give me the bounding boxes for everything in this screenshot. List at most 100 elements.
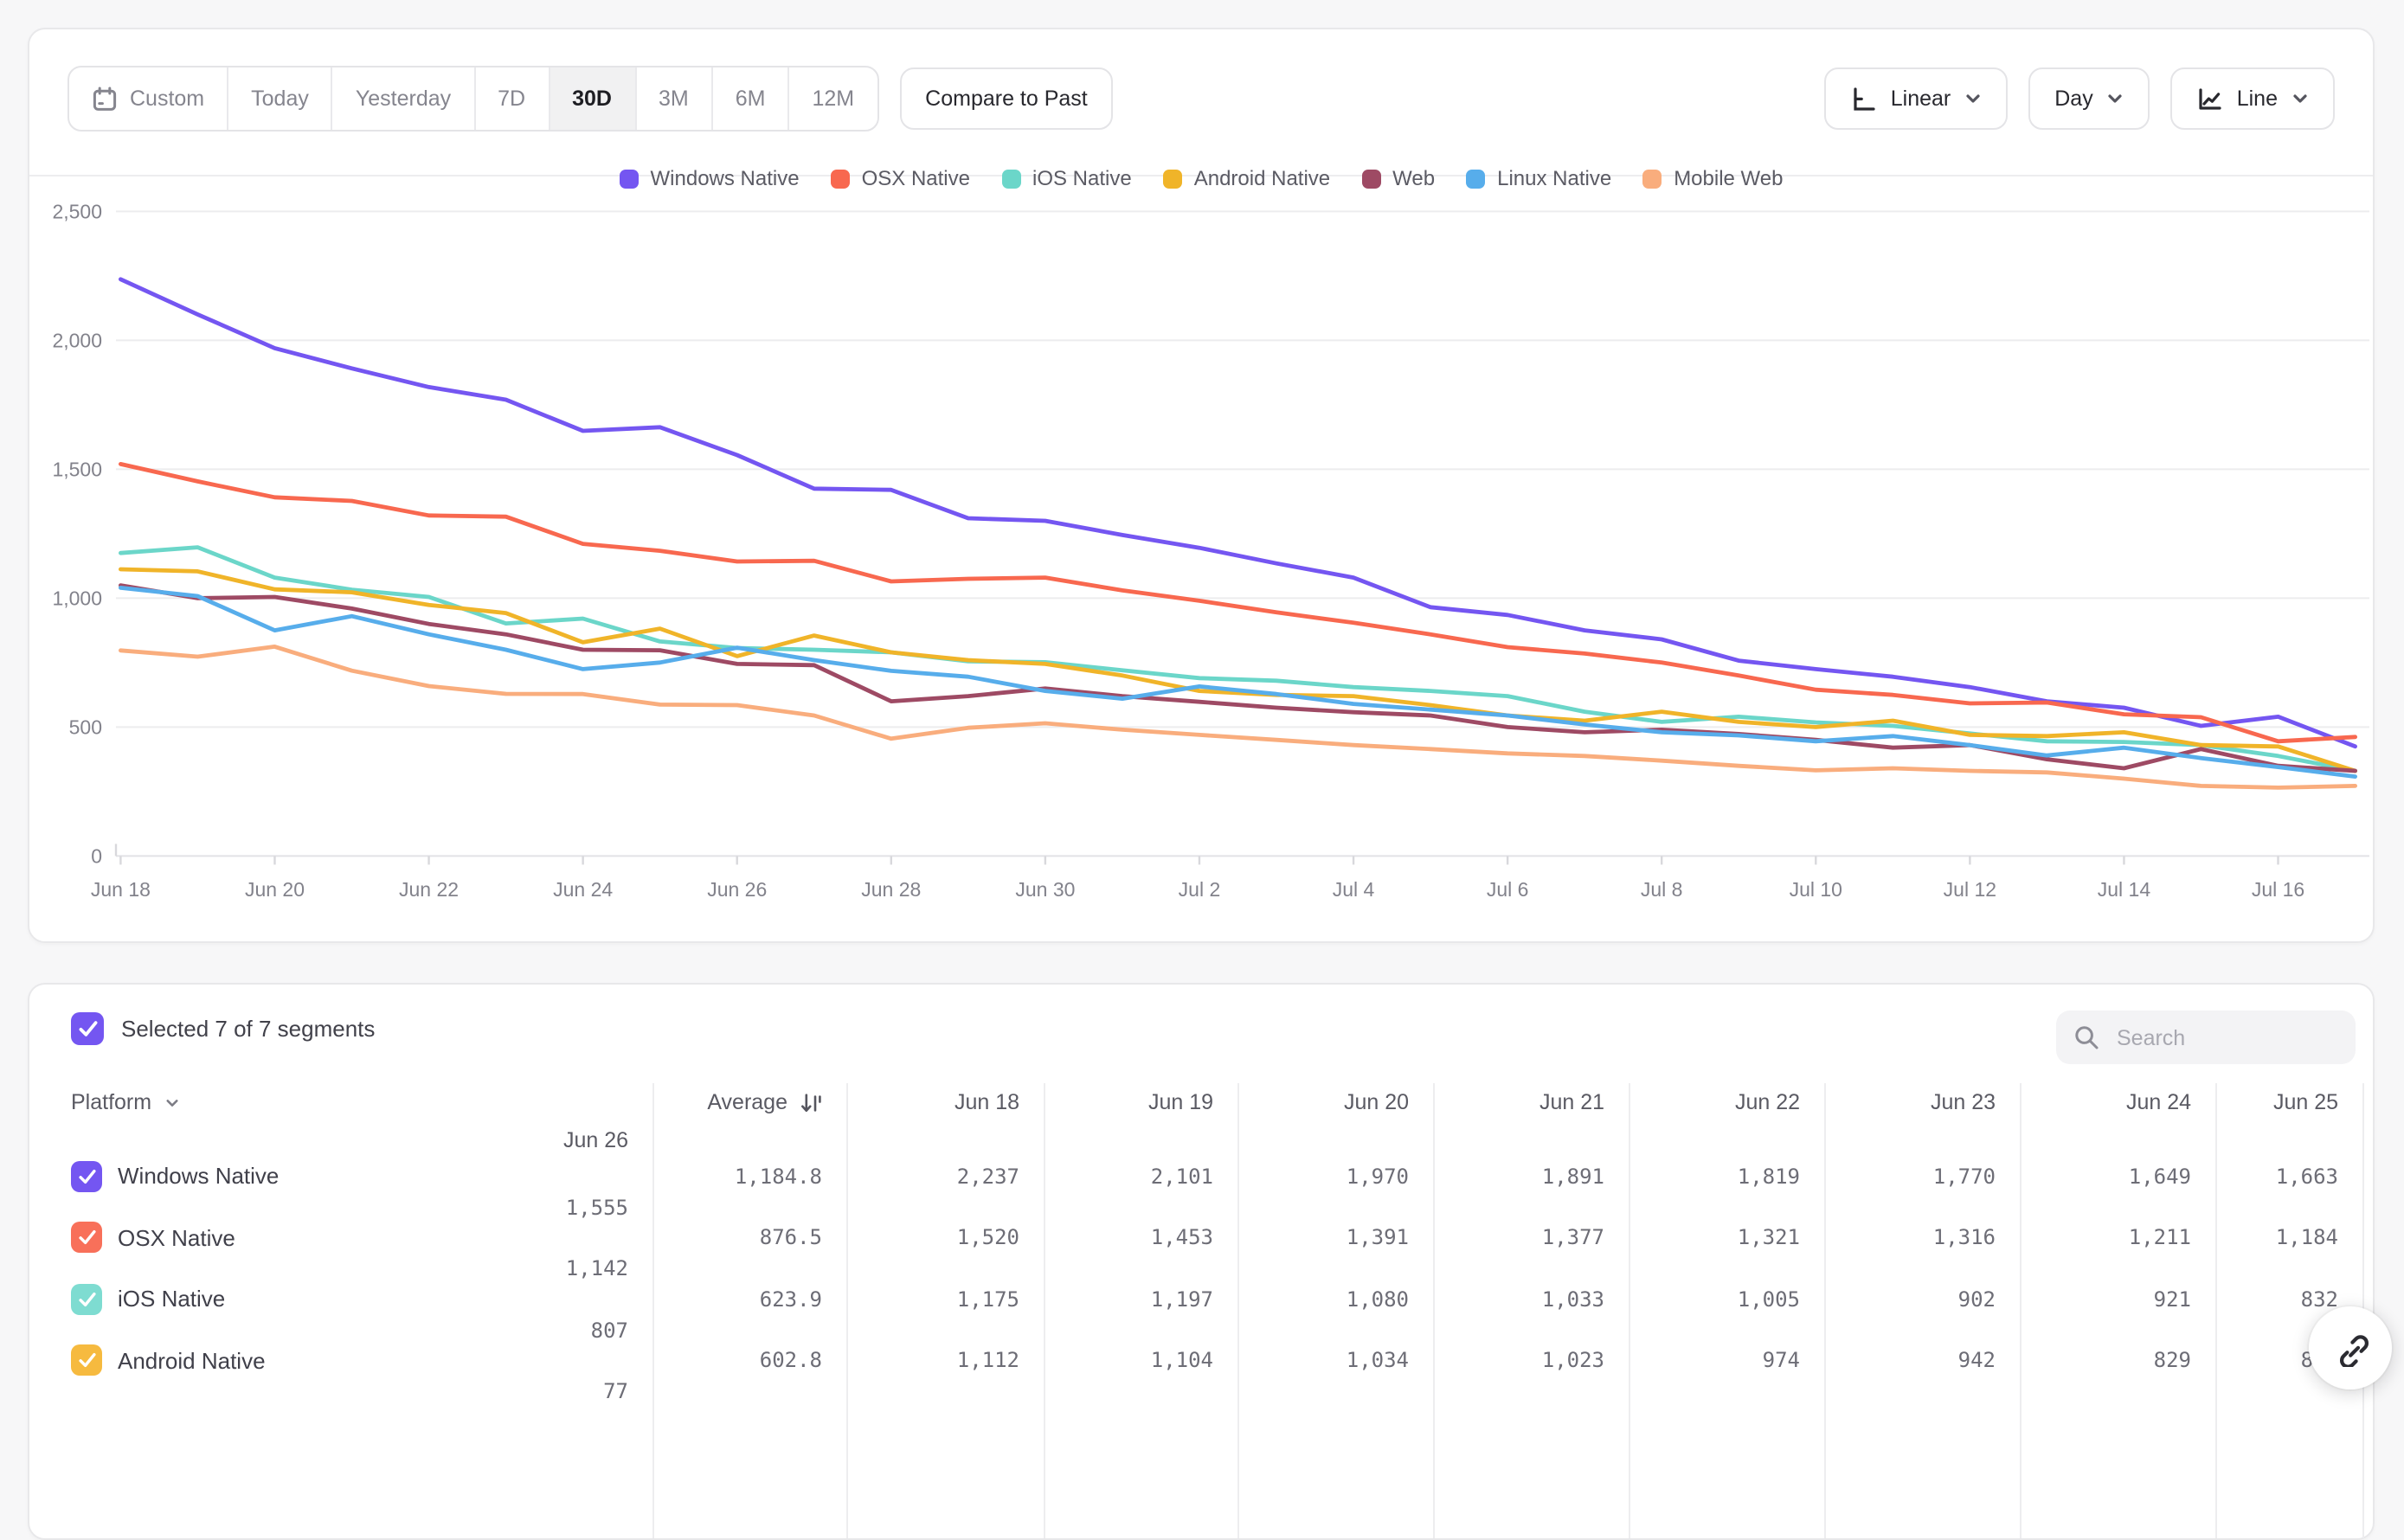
y-tick-label: 1,000 [52,587,102,609]
x-tick-label: Jun 30 [1015,878,1075,901]
chart-type-dropdown[interactable]: Line [2171,67,2335,130]
platform-name: iOS Native [118,1287,225,1312]
row-checkbox-osx-native[interactable] [71,1222,102,1254]
line-chart: 05001,0001,5002,0002,500Jun 18Jun 20Jun … [29,175,2373,936]
value-cell: 1,211 [2020,1226,2215,1250]
average-header[interactable]: Average [652,1090,846,1114]
range-7d[interactable]: 7D [473,67,548,130]
series-line-osx-native [120,464,2355,741]
check-icon [77,1229,96,1247]
sort-descending-icon [800,1091,822,1113]
row-checkbox-android-native[interactable] [71,1345,102,1376]
calendar-icon [92,86,118,112]
average-cell: 623.9 [652,1287,846,1312]
y-tick-label: 0 [91,844,102,867]
date-header-jun-20: Jun 20 [1237,1090,1433,1114]
range-label: 3M [659,87,689,111]
value-cell: 1,316 [1824,1226,2020,1250]
platform-header-label: Platform [71,1090,151,1114]
granularity-dropdown-label: Day [2054,87,2092,111]
value-cell: 1,197 [1044,1287,1237,1312]
date-header-jun-24: Jun 24 [2020,1090,2215,1114]
value-cell: 1,377 [1433,1226,1629,1250]
platform-cell: OSX Native [29,1222,652,1254]
x-tick-label: Jul 14 [2098,878,2151,901]
date-range-segmented-control: Custom Today Yesterday 7D 30D 3M 6M 12M [67,66,878,132]
date-header-jun-25: Jun 25 [2215,1090,2362,1114]
range-yesterday[interactable]: Yesterday [331,67,473,130]
date-header-jun-18: Jun 18 [846,1090,1044,1114]
range-label: Today [251,87,309,111]
date-header-jun-21: Jun 21 [1433,1090,1629,1114]
value-cell: 1,770 [1824,1165,2020,1189]
platform-name: Windows Native [118,1164,279,1190]
average-cell: 1,184.8 [652,1165,846,1189]
range-today[interactable]: Today [227,67,331,130]
y-tick-label: 2,000 [52,329,102,351]
range-label: Custom [130,87,204,111]
series-line-windows-native [120,279,2355,747]
chart-type-dropdown-label: Line [2237,87,2278,111]
value-cell: 1,663 [2215,1165,2362,1189]
chevron-down-icon [2107,92,2124,106]
range-label: Yesterday [356,87,451,111]
segments-table: PlatformAverageJun 18Jun 19Jun 20Jun 21J… [29,1083,2373,1405]
value-cell: 1,649 [2020,1165,2215,1189]
table-row-ios-native: iOS Native623.91,1751,1971,0801,0331,005… [29,1282,2373,1344]
x-tick-label: Jun 28 [861,878,921,901]
x-tick-label: Jul 2 [1179,878,1221,901]
range-12m[interactable]: 12M [788,67,877,130]
line-chart-icon [2197,86,2223,112]
x-tick-label: Jul 6 [1487,878,1529,901]
check-icon [77,1291,96,1308]
search-input[interactable] [2113,1023,2338,1051]
value-cell: 829 [2020,1349,2215,1373]
value-cell: 974 [1629,1349,1824,1373]
granularity-dropdown[interactable]: Day [2028,67,2150,130]
chevron-down-icon [164,1096,179,1108]
value-cell: 1,175 [846,1287,1044,1312]
value-cell: 1,453 [1044,1226,1237,1250]
range-label: 7D [498,87,525,111]
row-checkbox-ios-native[interactable] [71,1284,102,1315]
value-cell: 1,034 [1237,1349,1433,1373]
value-cell: 1,819 [1629,1165,1824,1189]
x-tick-label: Jul 10 [1790,878,1842,901]
x-tick-label: Jun 22 [399,878,459,901]
range-30d[interactable]: 30D [548,67,634,130]
table-row-android-native: Android Native602.81,1121,1041,0341,0239… [29,1344,2373,1405]
share-link-button[interactable] [2309,1306,2392,1389]
value-cell: 1,970 [1237,1165,1433,1189]
average-cell: 876.5 [652,1226,846,1250]
value-cell: 1,555 [29,1195,652,1219]
row-checkbox-windows-native[interactable] [71,1161,102,1192]
check-icon [77,1168,96,1185]
date-header-jun-23: Jun 23 [1824,1090,2020,1114]
table-row-windows-native: Windows Native1,184.82,2372,1011,9701,89… [29,1159,2373,1221]
range-custom[interactable]: Custom [69,67,227,130]
value-cell: 1,104 [1044,1349,1237,1373]
select-all-checkbox[interactable] [71,1012,104,1045]
x-tick-label: Jun 24 [553,878,613,901]
platform-header[interactable]: Platform [29,1090,652,1114]
y-tick-label: 500 [69,715,102,738]
range-6m[interactable]: 6M [711,67,788,130]
average-header-label: Average [707,1090,787,1114]
range-label: 30D [572,87,612,111]
value-cell: 921 [2020,1287,2215,1312]
range-label: 12M [813,87,855,111]
chart-display-controls: Linear Day Line [1825,67,2335,130]
x-tick-label: Jul 16 [2252,878,2304,901]
compare-to-past-button[interactable]: Compare to Past [899,67,1114,130]
platform-name: Android Native [118,1348,266,1374]
value-cell: 1,023 [1433,1349,1629,1373]
scale-dropdown[interactable]: Linear [1825,67,2009,130]
y-tick-label: 1,500 [52,458,102,480]
value-cell: 807 [29,1318,652,1342]
chevron-down-icon [2292,92,2309,106]
value-cell: 1,321 [1629,1226,1824,1250]
platform-name: OSX Native [118,1225,235,1251]
search-box[interactable] [2056,1011,2356,1064]
range-3m[interactable]: 3M [634,67,711,130]
check-icon [77,1019,98,1038]
